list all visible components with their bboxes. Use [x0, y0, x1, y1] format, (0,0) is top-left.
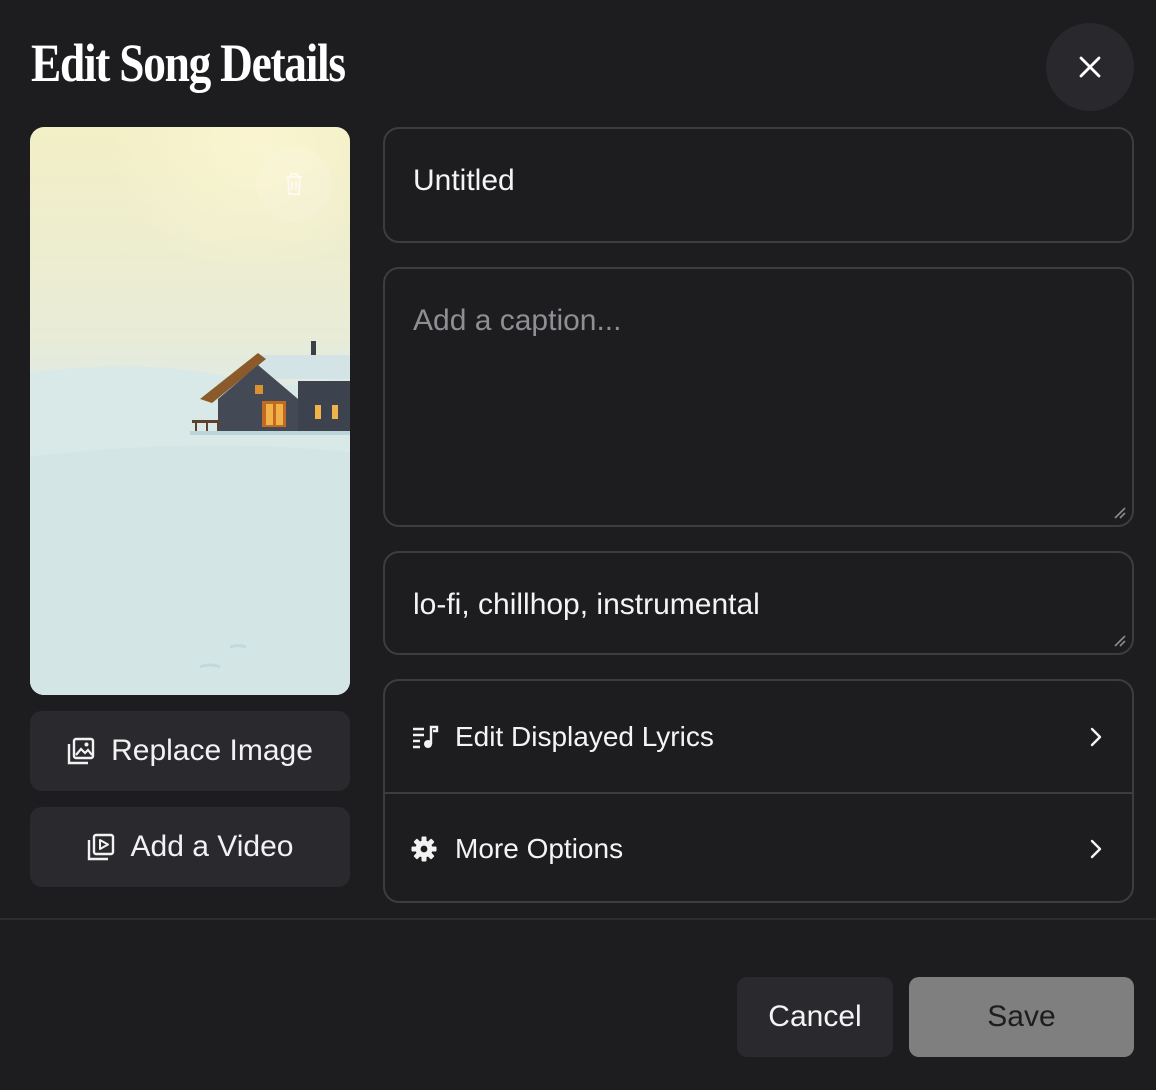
add-video-label: Add a Video [130, 830, 294, 863]
tags-textarea[interactable]: lo-fi, chillhop, instrumental [383, 551, 1134, 655]
chevron-right-icon [1090, 839, 1102, 858]
resize-handle-icon[interactable] [1112, 633, 1126, 647]
cover-image [30, 127, 350, 695]
close-button[interactable] [1046, 23, 1134, 111]
close-icon [1079, 56, 1101, 78]
title-input-value: Untitled [413, 164, 515, 197]
menu-item-more-options[interactable]: More Options [385, 792, 1132, 901]
add-video-button[interactable]: Add a Video [30, 807, 350, 887]
save-button[interactable]: Save [909, 977, 1134, 1057]
tags-value: lo-fi, chillhop, instrumental [413, 588, 760, 621]
cancel-button[interactable]: Cancel [737, 977, 893, 1057]
lyrics-icon [413, 725, 439, 748]
menu-item-label: More Options [455, 832, 624, 864]
video-icon [87, 833, 114, 861]
menu-item-edit-lyrics[interactable]: Edit Displayed Lyrics [385, 681, 1132, 792]
delete-image-button[interactable] [256, 146, 332, 222]
gear-icon [411, 836, 437, 861]
chevron-right-icon [1090, 727, 1102, 746]
footer-divider [0, 918, 1156, 920]
title-input[interactable]: Untitled [383, 127, 1134, 243]
replace-image-button[interactable]: Replace Image [30, 711, 350, 791]
menu-item-label: Edit Displayed Lyrics [455, 720, 714, 752]
replace-image-label: Replace Image [111, 734, 313, 767]
resize-handle-icon[interactable] [1112, 505, 1126, 519]
image-icon [67, 737, 95, 765]
options-menu: Edit Displayed Lyrics More Options [383, 679, 1134, 903]
trash-icon [286, 173, 302, 195]
caption-placeholder: Add a caption... [413, 304, 622, 337]
caption-textarea[interactable]: Add a caption... [383, 267, 1134, 527]
dialog-title: Edit Song Details [31, 33, 346, 93]
